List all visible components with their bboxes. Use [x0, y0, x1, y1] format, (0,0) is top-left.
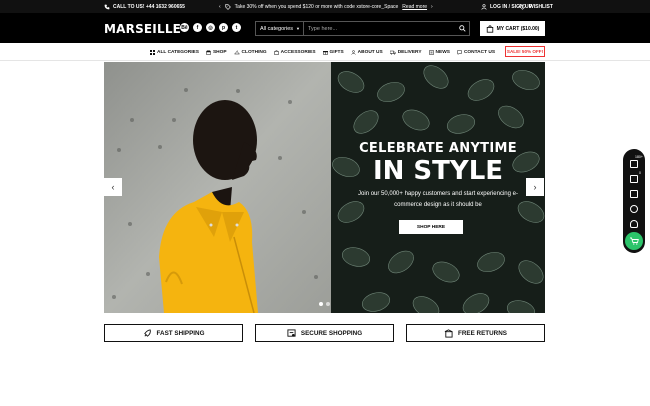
promo-text: Take 30% off when you spend $120 or more… [234, 3, 399, 10]
top-bar: CALL TO US! +44 1632 960655 ‹ Take 30% o… [0, 0, 650, 13]
promo-prev-icon[interactable]: ‹ [219, 4, 221, 10]
wishlist-link[interactable]: WISHLIST [519, 0, 553, 13]
demos-badge: 180+ [635, 155, 643, 159]
social-links: Bē f ◎ p t [180, 23, 241, 32]
search-bar: All categories ▼ [255, 21, 470, 36]
shop-here-button[interactable]: SHOP HERE [399, 220, 463, 234]
chevron-right-icon: › [533, 182, 537, 192]
nav-item-clothing[interactable]: CLOTHING [233, 49, 267, 55]
feature-label: SECURE SHOPPING [300, 329, 363, 337]
secure-icon [287, 328, 296, 337]
nav-item-gifts[interactable]: GIFTS [322, 49, 344, 55]
instagram-icon[interactable]: ◎ [206, 23, 215, 32]
returns-icon [444, 328, 453, 338]
nav-item-about-us[interactable]: ABOUT US [350, 49, 383, 55]
hero-headline-2: IN STYLE [372, 156, 504, 186]
promo-read-more-link[interactable]: Read more [402, 4, 427, 10]
call-us[interactable]: CALL TO US! +44 1632 960655 [104, 0, 185, 13]
nav-item-news[interactable]: NEWS [428, 49, 450, 55]
twitter-icon[interactable]: t [232, 23, 241, 32]
nav-item-label: NEWS [435, 49, 450, 55]
headset-icon[interactable] [630, 220, 638, 228]
promo-banner: ‹ Take 30% off when you spend $120 or mo… [219, 0, 433, 13]
nav-item-label: ALL CATEGORIES [157, 49, 199, 55]
hero-model-illustration [104, 62, 331, 313]
nav-item-label: ABOUT US [357, 49, 383, 55]
main-nav: ALL CATEGORIES SHOP CLOTHING ACCESSORIES… [0, 43, 650, 61]
feature-free-returns: FREE RETURNS [406, 324, 545, 342]
document-icon[interactable] [630, 190, 638, 198]
feature-label: FREE RETURNS [458, 329, 507, 337]
user-icon [350, 49, 356, 55]
behance-icon[interactable]: Bē [180, 23, 189, 32]
slider-dot-2[interactable] [326, 302, 330, 306]
chevron-down-icon: ▼ [296, 26, 300, 31]
nav-item-label: GIFTS [329, 49, 344, 55]
nav-item-label: DELIVERY [397, 49, 422, 55]
news-icon [428, 49, 434, 55]
nav-item-accessories[interactable]: ACCESSORIES [273, 49, 316, 55]
chat-icon [457, 49, 462, 55]
side-cart-button[interactable] [625, 232, 643, 250]
feature-fast-shipping: FAST SHIPPING [104, 324, 243, 342]
call-us-label: CALL TO US! +44 1632 960655 [113, 3, 185, 10]
heart-icon [519, 3, 526, 10]
shop-icon [205, 50, 211, 55]
bag-icon [273, 49, 279, 55]
nav-items: ALL CATEGORIES SHOP CLOTHING ACCESSORIES… [150, 43, 495, 61]
search-button[interactable] [455, 22, 469, 35]
rocket-icon [143, 328, 151, 337]
hero-subtext: Join our 50,000+ happy customers and sta… [358, 191, 518, 208]
wishlist-label: WISHLIST [529, 3, 553, 10]
grid-icon [150, 49, 155, 55]
category-select-value: All categories [260, 25, 294, 32]
shopping-cart-icon [629, 237, 639, 245]
nav-item-shop[interactable]: SHOP [205, 49, 227, 55]
slider-dots [319, 302, 330, 306]
phone-icon [104, 4, 110, 9]
tag-icon [224, 3, 231, 10]
nav-item-label: CONTACT US [463, 49, 496, 55]
facebook-icon[interactable]: f [193, 23, 202, 32]
pinterest-icon[interactable]: p [219, 23, 228, 32]
hero-slider: CELEBRATE ANYTIME IN STYLE Join our 50,0… [104, 62, 545, 313]
nav-item-label: ACCESSORIES [280, 49, 316, 55]
slider-next-button[interactable]: › [526, 178, 544, 196]
truck-icon [389, 50, 396, 54]
side-cart-count: 0 [639, 171, 641, 175]
nav-item-label: SHOP [212, 49, 227, 55]
user-icon [481, 3, 487, 10]
category-select[interactable]: All categories ▼ [256, 22, 304, 35]
nav-item-all-categories[interactable]: ALL CATEGORIES [150, 49, 199, 55]
side-toolbar: 180+ 0 [623, 149, 645, 253]
search-input[interactable] [304, 25, 455, 32]
bag-icon [486, 24, 493, 33]
hero-image-model [104, 62, 331, 313]
gift-icon [322, 50, 328, 55]
cart-icon[interactable] [630, 175, 638, 183]
search-icon [458, 25, 466, 32]
sale-badge-link[interactable]: SALE! 50% OFF! [505, 46, 545, 57]
feature-secure-shopping: SECURE SHOPPING [255, 324, 394, 342]
hero-content: CELEBRATE ANYTIME IN STYLE Join our 50,0… [331, 62, 545, 313]
layers-icon[interactable] [630, 160, 638, 168]
nav-item-delivery[interactable]: DELIVERY [389, 49, 422, 55]
nav-item-contact-us[interactable]: CONTACT US [457, 50, 495, 55]
site-logo[interactable]: MARSEILLE03 [104, 22, 188, 36]
header: MARSEILLE03 Bē f ◎ p t All categories ▼ … [0, 13, 650, 43]
promo-next-icon[interactable]: › [431, 4, 433, 10]
slider-dot-1[interactable] [319, 302, 323, 306]
hero-headline-1: CELEBRATE ANYTIME [359, 141, 517, 156]
slider-prev-button[interactable]: ‹ [104, 178, 122, 196]
cart-button[interactable]: MY CART ($10.00) [480, 21, 545, 36]
chevron-left-icon: ‹ [111, 182, 115, 192]
cart-label: MY CART ($10.00) [496, 25, 540, 32]
nav-item-label: CLOTHING [241, 49, 267, 55]
hanger-icon [233, 49, 240, 54]
feature-label: FAST SHIPPING [156, 329, 205, 337]
sale-label: SALE! 50% OFF! [506, 49, 544, 54]
feature-bar: FAST SHIPPING SECURE SHOPPING FREE RETUR… [104, 324, 545, 342]
play-icon[interactable] [630, 205, 638, 213]
logo-text: MARSEILLE [104, 22, 182, 36]
